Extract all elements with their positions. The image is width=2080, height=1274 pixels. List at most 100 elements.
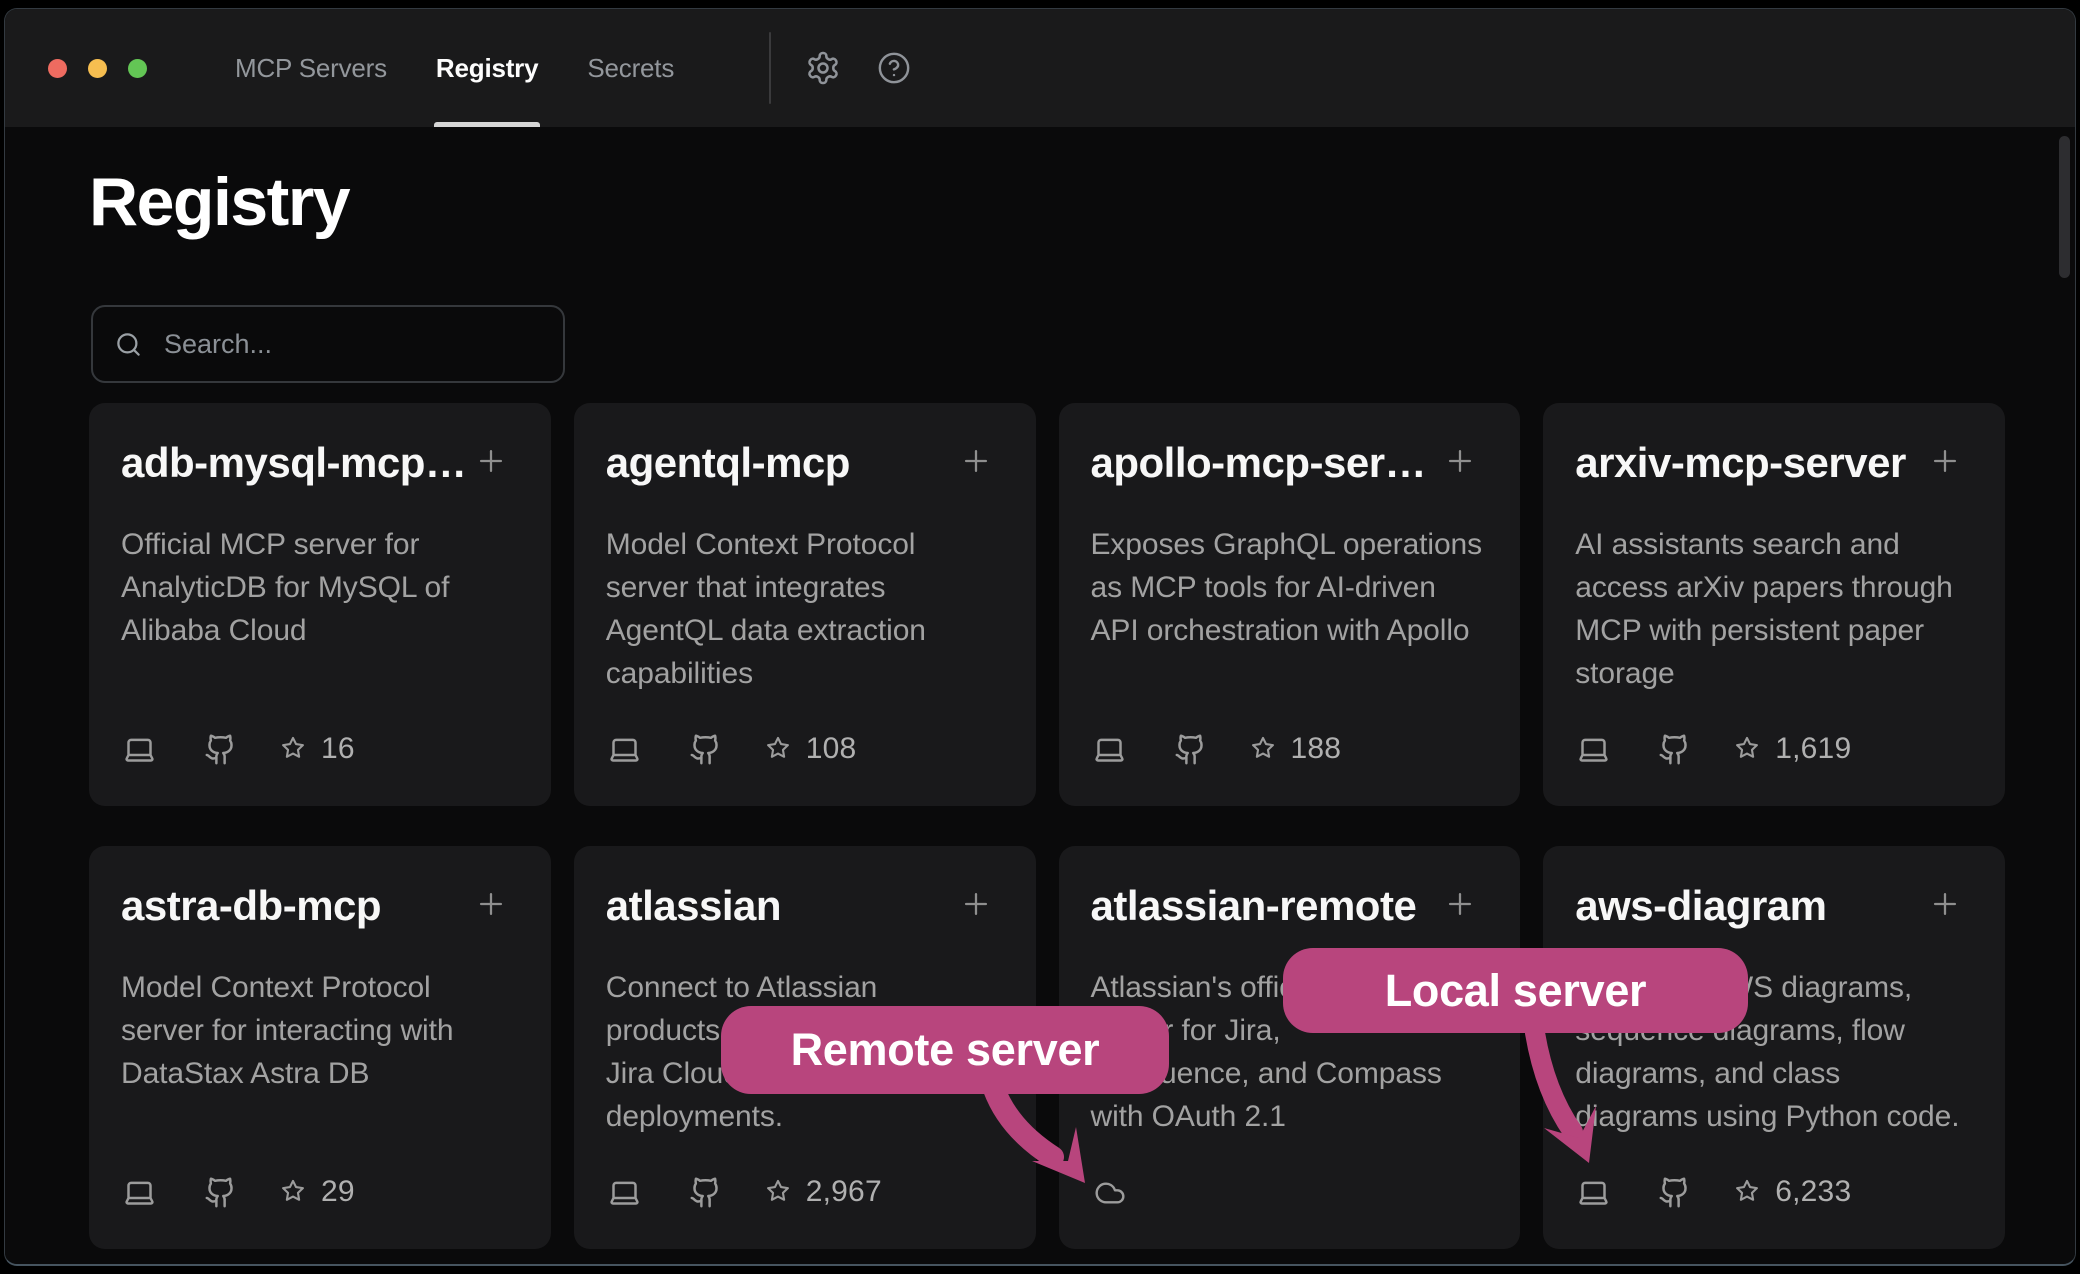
star-count-group: 6,233 xyxy=(1733,1175,1851,1209)
description-line: Model Context Protocol xyxy=(121,966,453,1009)
description-line: server for interacting with xyxy=(121,1009,453,1052)
settings-button[interactable] xyxy=(804,49,842,87)
server-description: Official MCP server forAnalyticDB for My… xyxy=(121,523,449,652)
add-server-button[interactable] xyxy=(1925,884,1965,924)
traffic-lights xyxy=(48,9,147,127)
app-window: MCP Servers Registry Secrets Registry xyxy=(4,8,2076,1266)
description-line: storage xyxy=(1575,652,1953,695)
card-footer: 29 xyxy=(121,1175,355,1209)
server-name: apollo-mcp-ser… xyxy=(1091,439,1421,487)
add-server-button[interactable] xyxy=(471,884,511,924)
add-server-button[interactable] xyxy=(956,884,996,924)
add-server-button[interactable] xyxy=(1440,441,1480,481)
search-icon xyxy=(115,331,142,358)
description-line: server that integrates xyxy=(606,566,926,609)
laptop-icon xyxy=(1575,733,1612,766)
titlebar-tools xyxy=(769,9,913,127)
laptop-icon xyxy=(1091,733,1128,766)
github-icon xyxy=(1658,1176,1691,1209)
server-description: Model Context Protocolserver that integr… xyxy=(606,523,926,695)
description-line: API orchestration with Apollo xyxy=(1091,609,1483,652)
card-footer: 188 xyxy=(1091,732,1342,766)
star-count-group: 29 xyxy=(279,1175,355,1209)
github-icon xyxy=(1174,733,1207,766)
description-line: diagrams using Python code. xyxy=(1575,1095,1959,1138)
server-name: adb-mysql-mcp… xyxy=(121,439,451,487)
server-name: agentql-mcp xyxy=(606,439,850,487)
plus-icon xyxy=(1928,887,1962,921)
description-line: Alibaba Cloud xyxy=(121,609,449,652)
description-line: DataStax Astra DB xyxy=(121,1052,453,1095)
title-bar: MCP Servers Registry Secrets xyxy=(5,9,2075,127)
github-icon xyxy=(1658,733,1691,766)
server-description: Exposes GraphQL operationsas MCP tools f… xyxy=(1091,523,1483,652)
main-content: Registry adb-mysql-mcp…Official MCP serv… xyxy=(5,127,2075,1264)
description-line: AnalyticDB for MySQL of xyxy=(121,566,449,609)
card-footer: 2,967 xyxy=(606,1175,882,1209)
github-icon xyxy=(689,733,722,766)
star-count: 6,233 xyxy=(1775,1175,1851,1209)
star-count-group: 1,619 xyxy=(1733,732,1851,766)
tab-mcp-servers[interactable]: MCP Servers xyxy=(235,9,387,127)
nav-divider xyxy=(769,32,771,104)
close-window-button[interactable] xyxy=(48,59,67,78)
star-count: 1,619 xyxy=(1775,732,1851,766)
laptop-icon xyxy=(606,733,643,766)
help-button[interactable] xyxy=(875,49,913,87)
plus-icon xyxy=(1928,444,1962,478)
laptop-icon xyxy=(1575,1176,1612,1209)
star-count: 29 xyxy=(321,1175,355,1209)
star-count: 16 xyxy=(321,732,355,766)
description-line: diagrams, and class xyxy=(1575,1052,1959,1095)
cloud-icon xyxy=(1091,1177,1129,1209)
star-count-group: 188 xyxy=(1249,732,1342,766)
server-card-adb-mysql-mcp: adb-mysql-mcp… Official MCP server forAna… xyxy=(89,403,551,806)
add-server-button[interactable] xyxy=(1440,884,1480,924)
add-server-button[interactable] xyxy=(1925,441,1965,481)
callout-remote-server: Remote server xyxy=(721,1006,1169,1094)
server-card-agentql-mcp: agentql-mcp Model Context Protocolserver … xyxy=(574,403,1036,806)
add-server-button[interactable] xyxy=(956,441,996,481)
github-icon xyxy=(689,1176,722,1209)
star-count-group: 2,967 xyxy=(764,1175,882,1209)
callout-local-server: Local server xyxy=(1283,948,1748,1033)
server-name: atlassian xyxy=(606,882,781,930)
minimize-window-button[interactable] xyxy=(88,59,107,78)
description-line: Official MCP server for xyxy=(121,523,449,566)
card-footer xyxy=(1091,1177,1129,1209)
server-name: astra-db-mcp xyxy=(121,882,381,930)
laptop-icon xyxy=(606,1176,643,1209)
description-line: with OAuth 2.1 xyxy=(1091,1095,1442,1138)
description-line: access arXiv papers through xyxy=(1575,566,1953,609)
tab-registry[interactable]: Registry xyxy=(436,9,538,127)
tab-secrets[interactable]: Secrets xyxy=(587,9,674,127)
server-card-astra-db-mcp: astra-db-mcp Model Context Protocolserver… xyxy=(89,846,551,1249)
star-icon xyxy=(1733,1178,1761,1206)
server-name: aws-diagram xyxy=(1575,882,1826,930)
vertical-scrollbar-thumb[interactable] xyxy=(2059,136,2070,278)
star-icon xyxy=(764,735,792,763)
star-count: 2,967 xyxy=(806,1175,882,1209)
server-card-arxiv-mcp-server: arxiv-mcp-serverAI assistants search and… xyxy=(1543,403,2005,806)
star-count: 108 xyxy=(806,732,857,766)
add-server-button[interactable] xyxy=(471,441,511,481)
laptop-icon xyxy=(121,1176,158,1209)
plus-icon xyxy=(1443,444,1477,478)
help-icon xyxy=(877,51,911,85)
plus-icon xyxy=(959,887,993,921)
search-box[interactable] xyxy=(91,305,565,383)
plus-icon xyxy=(1443,887,1477,921)
description-line: as MCP tools for AI-driven xyxy=(1091,566,1483,609)
plus-icon xyxy=(474,444,508,478)
search-input[interactable] xyxy=(162,328,541,361)
gear-icon xyxy=(805,50,841,86)
zoom-window-button[interactable] xyxy=(128,59,147,78)
github-icon xyxy=(204,733,237,766)
description-line: deployments. xyxy=(606,1095,894,1138)
server-description: AI assistants search andaccess arXiv pap… xyxy=(1575,523,1953,695)
star-icon xyxy=(764,1178,792,1206)
callout-local-label: Local server xyxy=(1385,965,1647,1017)
description-line: Connect to Atlassian xyxy=(606,966,894,1009)
server-grid: adb-mysql-mcp… Official MCP server forAna… xyxy=(89,403,2005,1249)
star-count-group: 108 xyxy=(764,732,857,766)
